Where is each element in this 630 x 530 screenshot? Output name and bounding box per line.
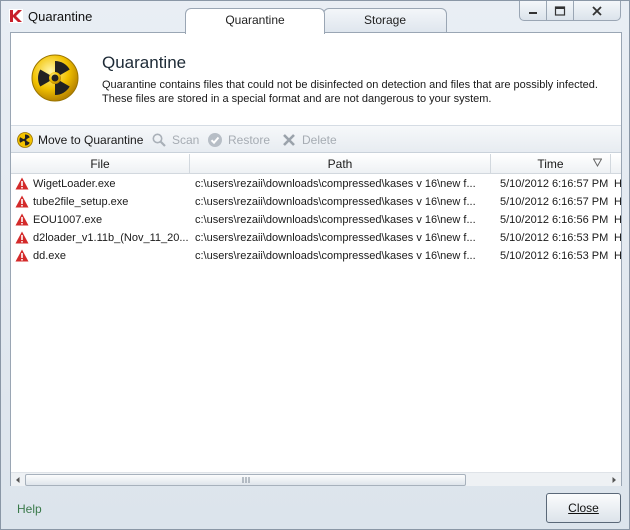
extra-cell: H — [614, 214, 621, 226]
kaspersky-logo-icon — [9, 9, 23, 23]
window-title: Quarantine — [28, 9, 93, 24]
quarantine-table: File Path Time WigetLoader.exe c:\users\… — [11, 154, 621, 472]
warning-icon — [15, 195, 29, 208]
tab-storage[interactable]: Storage — [323, 8, 447, 32]
horizontal-scrollbar[interactable] — [11, 472, 621, 486]
file-cell: d2loader_v1.11b_(Nov_11_20... — [15, 229, 190, 247]
path-cell: c:\users\rezaii\downloads\compressed\kas… — [195, 196, 476, 208]
page-header: Quarantine Quarantine contains files tha… — [11, 33, 621, 125]
radiation-hazard-icon — [31, 54, 79, 102]
page-title: Quarantine — [102, 53, 187, 72]
close-button[interactable]: Close — [546, 493, 621, 523]
scan-label: Scan — [172, 133, 200, 147]
file-cell: tube2file_setup.exe — [15, 193, 190, 211]
table-row[interactable]: tube2file_setup.exe c:\users\rezaii\down… — [11, 193, 621, 211]
extra-cell: H — [614, 232, 621, 244]
time-cell: 5/10/2012 6:16:56 PM — [500, 214, 609, 226]
table-row[interactable]: EOU1007.exe c:\users\rezaii\downloads\co… — [11, 211, 621, 229]
minimize-button[interactable] — [519, 1, 547, 21]
restore-button[interactable]: Restore — [207, 130, 270, 150]
time-cell: 5/10/2012 6:16:53 PM — [500, 232, 609, 244]
close-window-button[interactable] — [573, 1, 621, 21]
toolbar: Move to Quarantine Scan Restore Delete — [11, 125, 621, 153]
time-cell: 5/10/2012 6:16:53 PM — [500, 250, 609, 262]
magnifier-icon — [152, 133, 166, 147]
path-cell: c:\users\rezaii\downloads\compressed\kas… — [195, 214, 476, 226]
file-name: dd.exe — [33, 250, 67, 262]
file-name: WigetLoader.exe — [33, 178, 116, 190]
path-cell: c:\users\rezaii\downloads\compressed\kas… — [195, 178, 476, 190]
minimize-icon — [529, 11, 537, 14]
file-cell: dd.exe — [15, 247, 190, 265]
move-to-quarantine-label: Move to Quarantine — [38, 133, 144, 147]
path-cell: c:\users\rezaii\downloads\compressed\kas… — [195, 232, 476, 244]
grip-icon — [242, 477, 250, 483]
scroll-right-icon[interactable] — [608, 474, 620, 486]
file-name: EOU1007.exe — [33, 214, 103, 226]
scroll-left-icon[interactable] — [12, 474, 24, 486]
table-row[interactable]: d2loader_v1.11b_(Nov_11_20... c:\users\r… — [11, 229, 621, 247]
sort-descending-icon — [593, 158, 602, 167]
content-panel: Quarantine Quarantine contains files tha… — [10, 32, 622, 486]
file-name: tube2file_setup.exe — [33, 196, 129, 208]
scan-button[interactable]: Scan — [151, 130, 199, 150]
restore-label: Restore — [228, 133, 271, 147]
path-cell: c:\users\rezaii\downloads\compressed\kas… — [195, 250, 476, 262]
extra-cell: H — [614, 250, 621, 262]
file-cell: WigetLoader.exe — [15, 175, 190, 193]
column-header-path[interactable]: Path — [190, 154, 491, 174]
quarantine-window: Quarantine Quarantine Storage Quarantine… — [0, 0, 630, 530]
warning-icon — [15, 249, 29, 262]
delete-button[interactable]: Delete — [281, 130, 337, 150]
title-bar: Quarantine Quarantine Storage — [1, 1, 629, 34]
scrollbar-thumb[interactable] — [25, 474, 466, 486]
warning-icon — [15, 213, 29, 226]
tab-quarantine[interactable]: Quarantine — [185, 8, 325, 34]
time-cell: 5/10/2012 6:16:57 PM — [500, 178, 609, 190]
table-header: File Path Time — [11, 154, 621, 174]
help-link[interactable]: Help — [17, 502, 42, 516]
warning-icon — [15, 177, 29, 190]
checkmark-circle-icon — [208, 133, 222, 147]
move-to-quarantine-button[interactable]: Move to Quarantine — [17, 130, 143, 150]
maximize-icon — [554, 5, 566, 16]
table-row[interactable]: dd.exe c:\users\rezaii\downloads\compres… — [11, 247, 621, 265]
column-header-time-label: Time — [537, 157, 564, 171]
close-icon — [592, 5, 602, 16]
delete-label: Delete — [302, 133, 337, 147]
extra-cell: H — [614, 178, 621, 190]
delete-x-icon — [283, 134, 295, 146]
table-body: WigetLoader.exe c:\users\rezaii\download… — [11, 175, 621, 265]
table-row[interactable]: WigetLoader.exe c:\users\rezaii\download… — [11, 175, 621, 193]
time-cell: 5/10/2012 6:16:57 PM — [500, 196, 609, 208]
extra-cell: H — [614, 196, 621, 208]
page-description: Quarantine contains files that could not… — [102, 79, 598, 105]
column-header-file[interactable]: File — [11, 154, 190, 174]
maximize-button[interactable] — [546, 1, 574, 21]
column-header-time[interactable]: Time — [491, 154, 611, 174]
radiation-icon — [17, 132, 33, 148]
file-name: d2loader_v1.11b_(Nov_11_20... — [33, 232, 189, 244]
warning-icon — [15, 231, 29, 244]
file-cell: EOU1007.exe — [15, 211, 190, 229]
